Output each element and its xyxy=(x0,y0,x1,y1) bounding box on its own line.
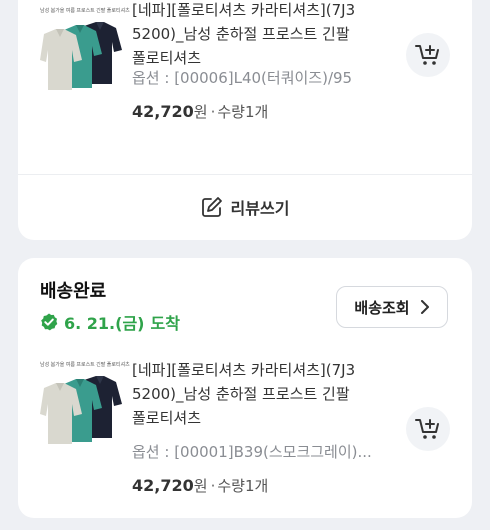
price-unit: 원 xyxy=(193,477,208,495)
price-unit: 원 xyxy=(193,103,208,121)
delivery-status: 배송완료 xyxy=(40,281,107,302)
add-to-cart-button[interactable] xyxy=(406,33,450,77)
thumbnail-caption: 남성 봄가을 여름 프로스트 긴팔 폴로티셔츠 xyxy=(40,8,130,14)
write-review-button[interactable]: 리뷰쓰기 xyxy=(18,174,472,240)
chevron-right-icon xyxy=(420,300,429,314)
product-option: 옵션 : [00001]B39(스모크그레이)... xyxy=(132,443,372,461)
track-delivery-button[interactable]: 배송조회 xyxy=(336,286,448,328)
add-to-cart-button[interactable] xyxy=(406,407,450,451)
polo-shirts-image xyxy=(40,376,122,444)
arrival-state: 도착 xyxy=(150,314,180,333)
product-price-row: 42,720원 · 수량1개 xyxy=(132,476,268,496)
pencil-edit-icon xyxy=(201,197,222,217)
product-title[interactable]: [네파][폴로티셔츠 카라티셔츠](7J3 5200)_남성 춘하절 프로스트 … xyxy=(132,358,392,430)
add-to-cart-icon xyxy=(415,419,439,439)
arrival-info: 6. 21.(금) 도착 xyxy=(40,310,180,334)
product-item[interactable]: 남성 봄가을 여름 프로스트 긴팔 폴로티셔츠 [네파][폴로티셔츠 카라티셔츠… xyxy=(18,361,472,530)
quantity: 수량1개 xyxy=(217,477,269,495)
quantity: 수량1개 xyxy=(217,103,269,121)
product-thumbnail[interactable]: 남성 봄가을 여름 프로스트 긴팔 폴로티셔츠 xyxy=(40,8,130,90)
price-value: 42,720 xyxy=(132,476,194,495)
order-card: 배송완료 6. 21.(금) 도착 배송조회 남성 봄가을 여름 프로스트 긴팔… xyxy=(18,258,472,518)
write-review-label: 리뷰쓰기 xyxy=(230,199,290,218)
product-item[interactable]: 남성 봄가을 여름 프로스트 긴팔 폴로티셔츠 [네파][폴로티셔츠 카라티셔츠… xyxy=(18,1,472,164)
polo-shirts-image xyxy=(40,22,122,90)
arrival-date: 6. 21.(금) xyxy=(64,314,145,333)
price-value: 42,720 xyxy=(132,102,194,121)
separator: · xyxy=(210,103,216,121)
product-option: 옵션 : [00006]L40(터쿼이즈)/95 xyxy=(132,69,353,87)
track-delivery-label: 배송조회 xyxy=(354,298,410,317)
product-thumbnail[interactable]: 남성 봄가을 여름 프로스트 긴팔 폴로티셔츠 xyxy=(40,362,130,444)
order-card: 남성 봄가을 여름 프로스트 긴팔 폴로티셔츠 [네파][폴로티셔츠 카라티셔츠… xyxy=(18,0,472,240)
add-to-cart-icon xyxy=(415,45,439,65)
thumbnail-caption: 남성 봄가을 여름 프로스트 긴팔 폴로티셔츠 xyxy=(40,362,130,368)
check-circle-icon xyxy=(41,313,58,331)
separator: · xyxy=(210,477,216,495)
product-title[interactable]: [네파][폴로티셔츠 카라티셔츠](7J3 5200)_남성 춘하절 프로스트 … xyxy=(132,0,392,70)
product-price-row: 42,720원 · 수량1개 xyxy=(132,102,268,122)
